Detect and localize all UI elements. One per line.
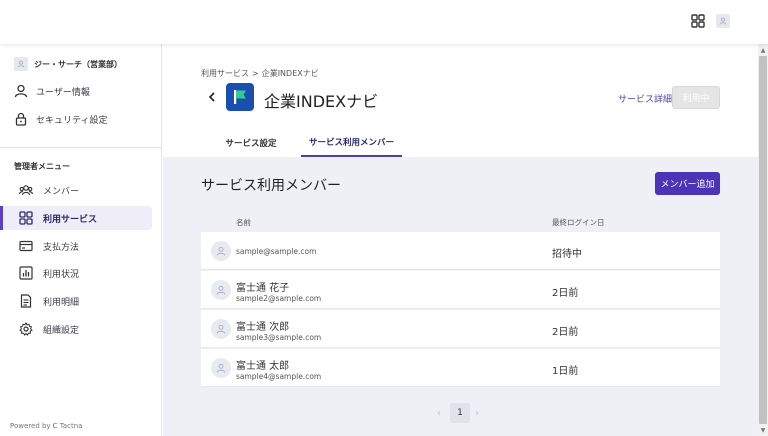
member-last-login: 1日前 bbox=[552, 366, 579, 377]
member-last-login: 2日前 bbox=[552, 327, 579, 338]
service-title: 企業INDEXナビ bbox=[264, 92, 379, 111]
org-switcher[interactable]: ジー・サーチ（営業部） bbox=[14, 57, 122, 71]
sidebar: ジー・サーチ（営業部） ユーザー情報 セキュリティ設定 管理者メニュー メンバー bbox=[0, 44, 162, 436]
in-use-button[interactable]: 利用中 bbox=[672, 86, 720, 109]
grid-icon bbox=[19, 211, 33, 225]
user-icon bbox=[216, 285, 226, 295]
column-header-last-login: 最終ログイン日 bbox=[552, 218, 605, 227]
apps-grid-icon[interactable] bbox=[691, 14, 705, 28]
breadcrumb-current: 企業INDEXナビ bbox=[261, 69, 319, 78]
sidebar-item-usage[interactable]: 利用状況 bbox=[0, 261, 152, 285]
avatar bbox=[211, 358, 231, 378]
member-email: sample4@sample.com bbox=[236, 372, 322, 381]
sidebar-item-services[interactable]: 利用サービス bbox=[0, 206, 152, 230]
user-icon bbox=[17, 60, 25, 68]
scrollbar-thumb[interactable] bbox=[759, 56, 767, 424]
user-icon bbox=[216, 363, 226, 373]
tab-service-settings[interactable]: サービス設定 bbox=[201, 128, 301, 157]
app-header bbox=[0, 0, 768, 44]
sidebar-divider bbox=[0, 147, 162, 148]
members-icon bbox=[19, 185, 33, 196]
user-icon bbox=[216, 246, 226, 256]
pagination-prev-button[interactable]: ‹ bbox=[437, 403, 441, 423]
sidebar-item-members[interactable]: メンバー bbox=[0, 178, 152, 202]
member-name: 富士通 次郎 bbox=[236, 322, 290, 333]
avatar bbox=[211, 319, 231, 339]
lock-icon bbox=[15, 112, 27, 126]
avatar bbox=[211, 241, 231, 261]
scroll-up-arrow-icon[interactable]: ▲ bbox=[759, 45, 767, 55]
sidebar-link-security[interactable]: セキュリティ設定 bbox=[14, 107, 154, 131]
table-row[interactable]: sample@sample.com 招待中 bbox=[201, 232, 720, 270]
member-email: sample@sample.com bbox=[236, 247, 317, 256]
credit-card-icon bbox=[19, 240, 33, 252]
powered-by-brand: Tactna bbox=[59, 422, 83, 430]
sidebar-item-label: メンバー bbox=[43, 186, 80, 197]
member-email: sample2@sample.com bbox=[236, 294, 322, 303]
gear-icon bbox=[19, 322, 33, 336]
pagination-next-button[interactable]: › bbox=[475, 403, 479, 423]
admin-menu-title: 管理者メニュー bbox=[14, 162, 70, 171]
sidebar-item-label: 利用サービス bbox=[43, 214, 98, 225]
member-email: sample3@sample.com bbox=[236, 333, 322, 342]
member-last-login: 2日前 bbox=[552, 288, 579, 299]
table-row[interactable]: 富士通 花子 sample2@sample.com 2日前 bbox=[201, 271, 720, 309]
document-icon bbox=[20, 294, 32, 308]
sidebar-item-payment[interactable]: 支払方法 bbox=[0, 234, 152, 258]
breadcrumb-parent-link[interactable]: 利用サービス bbox=[201, 68, 249, 79]
user-icon bbox=[14, 84, 28, 98]
bar-chart-icon bbox=[19, 266, 33, 280]
org-name: ジー・サーチ（営業部） bbox=[34, 59, 122, 69]
sidebar-item-label: 利用明細 bbox=[43, 297, 80, 308]
scroll-down-arrow-icon[interactable]: ▼ bbox=[759, 425, 767, 435]
service-detail-link[interactable]: サービス詳細 bbox=[618, 92, 672, 105]
powered-by: Powered by ᑕ Tactna bbox=[10, 422, 82, 430]
column-header-name: 名前 bbox=[236, 218, 251, 227]
add-member-button[interactable]: メンバー追加 bbox=[655, 172, 720, 195]
member-name: 富士通 太郎 bbox=[236, 361, 290, 372]
breadcrumb: 利用サービス > 企業INDEXナビ bbox=[201, 68, 319, 79]
avatar bbox=[211, 280, 231, 300]
sidebar-item-label: 利用状況 bbox=[43, 269, 80, 280]
tab-service-members[interactable]: サービス利用メンバー bbox=[301, 128, 402, 157]
back-chevron-icon[interactable] bbox=[206, 89, 218, 105]
service-logo-icon bbox=[226, 83, 254, 111]
powered-by-text: Powered by bbox=[10, 422, 51, 430]
member-name: 富士通 花子 bbox=[236, 283, 290, 294]
sidebar-item-label: 支払方法 bbox=[43, 242, 80, 253]
section-title: サービス利用メンバー bbox=[201, 178, 341, 194]
user-icon bbox=[719, 17, 727, 25]
breadcrumb-separator: > bbox=[252, 69, 259, 78]
sidebar-link-label: ユーザー情報 bbox=[36, 87, 90, 98]
table-row[interactable]: 富士通 次郎 sample3@sample.com 2日前 bbox=[201, 310, 720, 348]
sidebar-link-user-info[interactable]: ユーザー情報 bbox=[14, 79, 154, 103]
sidebar-link-label: セキュリティ設定 bbox=[36, 115, 108, 126]
member-last-login: 招待中 bbox=[552, 249, 582, 260]
header-avatar[interactable] bbox=[716, 14, 730, 28]
table-row[interactable]: 富士通 太郎 sample4@sample.com 1日前 bbox=[201, 349, 720, 387]
sidebar-item-statement[interactable]: 利用明細 bbox=[0, 289, 152, 313]
tactna-logo-icon: ᑕ bbox=[52, 422, 58, 430]
pagination-page-1[interactable]: 1 bbox=[450, 403, 470, 423]
org-avatar bbox=[14, 57, 28, 71]
sidebar-item-org-settings[interactable]: 組織設定 bbox=[0, 317, 152, 341]
sidebar-item-label: 組織設定 bbox=[43, 325, 80, 336]
user-icon bbox=[216, 324, 226, 334]
